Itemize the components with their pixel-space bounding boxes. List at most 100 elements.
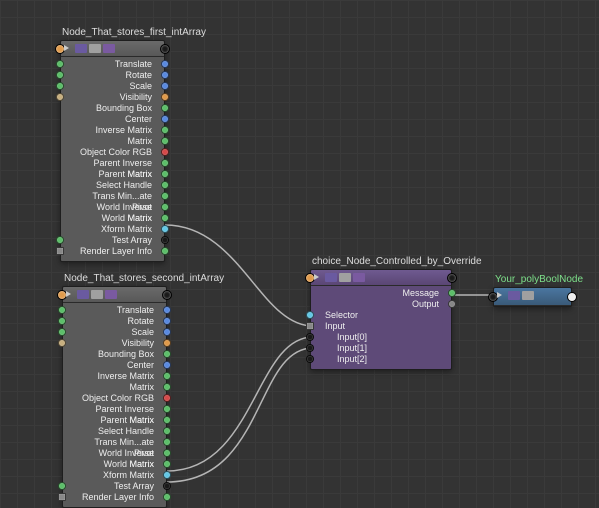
attr-row[interactable]: Trans Min...ate Pivot bbox=[61, 191, 164, 202]
attr-row[interactable]: Select Handle bbox=[61, 180, 164, 191]
in-port[interactable] bbox=[58, 317, 66, 325]
out-port[interactable] bbox=[163, 394, 171, 402]
in-port[interactable] bbox=[306, 322, 314, 330]
out-port[interactable] bbox=[448, 300, 456, 308]
in-port[interactable] bbox=[306, 344, 314, 352]
attr-row[interactable]: Object Color RGB bbox=[63, 393, 166, 404]
in-port[interactable] bbox=[306, 355, 314, 363]
out-port[interactable] bbox=[161, 236, 169, 244]
node-out-main-port[interactable] bbox=[447, 273, 457, 283]
in-port[interactable] bbox=[56, 82, 64, 90]
attr-row[interactable]: Center bbox=[63, 360, 166, 371]
out-port[interactable] bbox=[161, 82, 169, 90]
out-port[interactable] bbox=[161, 181, 169, 189]
out-port[interactable] bbox=[161, 203, 169, 211]
out-port[interactable] bbox=[161, 93, 169, 101]
out-port[interactable] bbox=[161, 126, 169, 134]
attr-row[interactable]: Inverse Matrix bbox=[63, 371, 166, 382]
out-port[interactable] bbox=[163, 339, 171, 347]
node-stores-first-intarray[interactable]: Node_That_stores_first_intArray Translat… bbox=[60, 27, 165, 262]
out-port[interactable] bbox=[163, 416, 171, 424]
attr-row[interactable]: Scale bbox=[61, 81, 164, 92]
attr-input1[interactable]: Input[1] bbox=[311, 343, 451, 354]
attr-input[interactable]: Input bbox=[311, 321, 451, 332]
node-stores-second-intarray[interactable]: Node_That_stores_second_intArray Transla… bbox=[62, 273, 167, 508]
attr-row[interactable]: Bounding Box bbox=[63, 349, 166, 360]
attr-row[interactable]: World Matrix bbox=[61, 213, 164, 224]
attr-row[interactable]: Parent Matrix bbox=[63, 415, 166, 426]
in-port[interactable] bbox=[306, 311, 314, 319]
node-out-main-port[interactable] bbox=[567, 292, 577, 302]
attr-row[interactable]: Test Array bbox=[63, 481, 166, 492]
node-header[interactable] bbox=[63, 287, 166, 303]
node-header[interactable] bbox=[494, 288, 571, 306]
in-port[interactable] bbox=[56, 71, 64, 79]
attr-row[interactable]: World Matrix bbox=[63, 459, 166, 470]
out-port[interactable] bbox=[163, 460, 171, 468]
out-port[interactable] bbox=[161, 170, 169, 178]
attr-row[interactable]: Parent Inverse Matrix bbox=[63, 404, 166, 415]
out-port[interactable] bbox=[163, 383, 171, 391]
node-out-main-port[interactable] bbox=[162, 290, 172, 300]
attr-row[interactable]: Xform Matrix bbox=[61, 224, 164, 235]
attr-row[interactable]: Rotate bbox=[61, 70, 164, 81]
out-port[interactable] bbox=[163, 361, 171, 369]
attr-row[interactable]: Parent Matrix bbox=[61, 169, 164, 180]
out-port[interactable] bbox=[161, 225, 169, 233]
out-port[interactable] bbox=[163, 493, 171, 501]
attr-row[interactable]: Trans Min...ate Pivot bbox=[63, 437, 166, 448]
in-port[interactable] bbox=[56, 60, 64, 68]
out-port[interactable] bbox=[163, 482, 171, 490]
in-port[interactable] bbox=[58, 482, 66, 490]
node-choice-controlled-by-override[interactable]: choice_Node_Controlled_by_Override Messa… bbox=[310, 256, 452, 370]
out-port[interactable] bbox=[163, 328, 171, 336]
attr-row[interactable]: Bounding Box bbox=[61, 103, 164, 114]
out-port[interactable] bbox=[161, 148, 169, 156]
attr-row[interactable]: World Inverse Matrix bbox=[61, 202, 164, 213]
node-out-main-port[interactable] bbox=[160, 44, 170, 54]
out-port[interactable] bbox=[161, 104, 169, 112]
attr-row[interactable]: Matrix bbox=[61, 136, 164, 147]
node-your-polybool[interactable]: Your_polyBoolNode bbox=[493, 274, 572, 307]
out-port[interactable] bbox=[163, 438, 171, 446]
attr-row[interactable]: Matrix bbox=[63, 382, 166, 393]
out-port[interactable] bbox=[163, 372, 171, 380]
attr-row[interactable]: Rotate bbox=[63, 316, 166, 327]
attr-row[interactable]: Translate bbox=[63, 305, 166, 316]
attr-row[interactable]: Visibility bbox=[63, 338, 166, 349]
out-port[interactable] bbox=[163, 350, 171, 358]
attr-row[interactable]: Inverse Matrix bbox=[61, 125, 164, 136]
out-port[interactable] bbox=[161, 115, 169, 123]
in-port[interactable] bbox=[56, 236, 64, 244]
in-port[interactable] bbox=[58, 493, 66, 501]
attr-row[interactable]: Render Layer Info bbox=[63, 492, 166, 503]
attr-row[interactable]: Scale bbox=[63, 327, 166, 338]
attr-row[interactable]: Parent Inverse Matrix bbox=[61, 158, 164, 169]
out-port[interactable] bbox=[163, 306, 171, 314]
attr-message[interactable]: Message bbox=[311, 288, 451, 299]
attr-row[interactable]: World Inverse Matrix bbox=[63, 448, 166, 459]
out-port[interactable] bbox=[161, 214, 169, 222]
out-port[interactable] bbox=[161, 137, 169, 145]
attr-row[interactable]: Visibility bbox=[61, 92, 164, 103]
out-port[interactable] bbox=[161, 71, 169, 79]
attr-input2[interactable]: Input[2] bbox=[311, 354, 451, 365]
out-port[interactable] bbox=[163, 427, 171, 435]
in-port[interactable] bbox=[58, 339, 66, 347]
attr-row[interactable]: Object Color RGB bbox=[61, 147, 164, 158]
in-port[interactable] bbox=[56, 93, 64, 101]
attr-row[interactable]: Test Array bbox=[61, 235, 164, 246]
node-header[interactable] bbox=[311, 270, 451, 286]
out-port[interactable] bbox=[448, 289, 456, 297]
attr-row[interactable]: Render Layer Info bbox=[61, 246, 164, 257]
out-port[interactable] bbox=[163, 449, 171, 457]
in-port[interactable] bbox=[58, 328, 66, 336]
attr-row[interactable]: Center bbox=[61, 114, 164, 125]
out-port[interactable] bbox=[161, 159, 169, 167]
attr-row[interactable]: Select Handle bbox=[63, 426, 166, 437]
in-port[interactable] bbox=[306, 333, 314, 341]
in-port[interactable] bbox=[56, 247, 64, 255]
attr-row[interactable]: Xform Matrix bbox=[63, 470, 166, 481]
out-port[interactable] bbox=[163, 471, 171, 479]
out-port[interactable] bbox=[163, 405, 171, 413]
